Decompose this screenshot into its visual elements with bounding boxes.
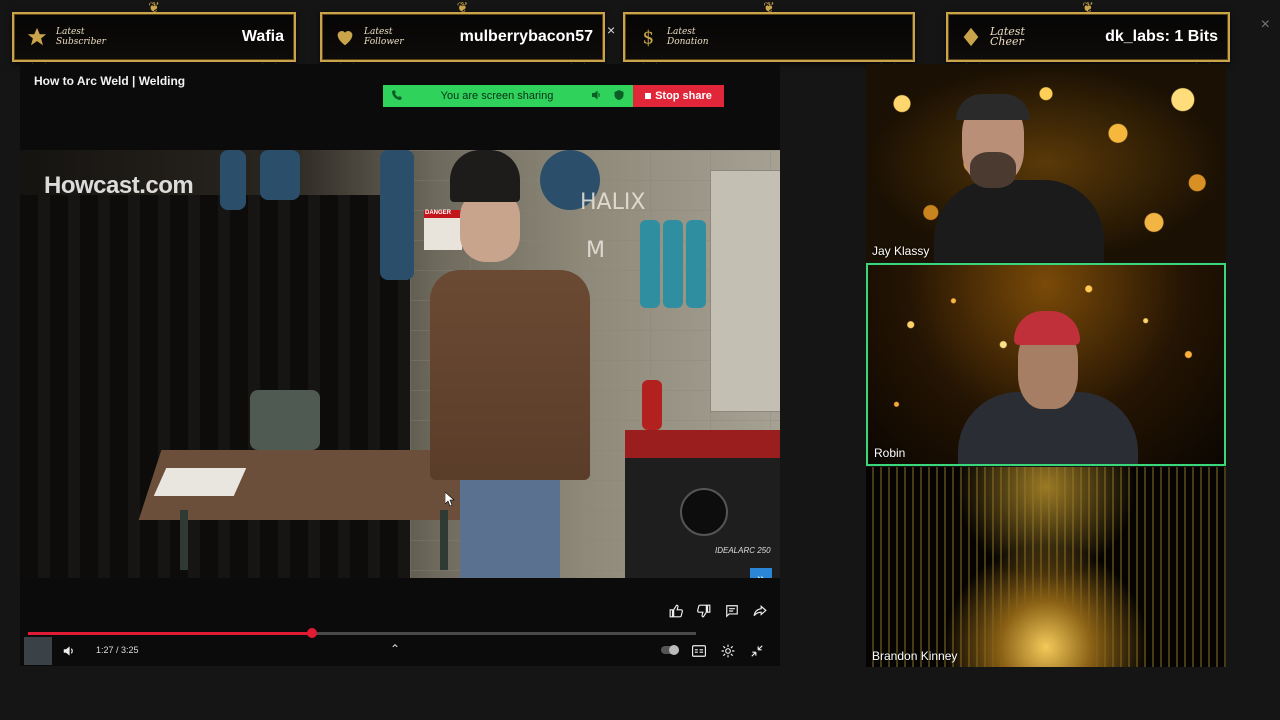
welder-jeans <box>460 470 560 578</box>
latest-cheer-alert: ❦ Latest Cheer dk_labs: 1 Bits <box>946 1 1230 69</box>
bench-vise <box>250 390 320 450</box>
screen-share-bar: You are screen sharing Stop share <box>383 85 724 107</box>
chevron-up-icon[interactable]: ⌃ <box>390 642 400 656</box>
latest-follower-alert: ❦ Latest Follower mulberrybacon57 <box>320 1 605 69</box>
howcast-watermark: Howcast.com <box>44 172 194 199</box>
chalk-writing: M <box>586 238 605 263</box>
video-frame[interactable]: DANGER HALIX M IDEALARC 250 Howcast.com … <box>20 150 780 578</box>
stop-share-button[interactable]: Stop share <box>633 85 724 107</box>
star-icon <box>24 24 50 50</box>
bench-leg <box>180 510 188 570</box>
fire-extinguisher <box>642 380 662 430</box>
red-cap <box>1014 311 1080 345</box>
danger-sign: DANGER <box>424 210 462 250</box>
forward-icon[interactable]: » <box>750 568 772 578</box>
volume-icon[interactable] <box>60 642 78 660</box>
share-icon[interactable] <box>750 601 770 621</box>
welding-helmet <box>450 150 520 202</box>
gas-cylinders <box>640 220 712 312</box>
participant-name: Jay Klassy <box>872 244 930 258</box>
machine-dial <box>680 488 728 536</box>
progress-fill <box>28 632 312 635</box>
video-player: How to Arc Weld | Welding You are screen… <box>20 64 780 666</box>
alert-value: dk_labs: 1 Bits <box>1105 28 1218 45</box>
diamond-icon <box>958 24 984 50</box>
participant-name: Robin <box>874 446 906 460</box>
ornament-icon: ❦ <box>148 0 160 16</box>
shield-icon <box>613 89 625 104</box>
participant-body <box>934 180 1104 262</box>
exit-fullscreen-icon[interactable] <box>748 642 766 660</box>
svg-text:$: $ <box>643 27 655 48</box>
alert-caption: Latest Follower <box>364 27 404 47</box>
screen-share-status: You are screen sharing <box>383 85 633 107</box>
heart-icon <box>332 24 358 50</box>
alert-caption: Latest Cheer <box>990 25 1025 48</box>
bench-leg <box>440 510 448 570</box>
latest-subscriber-alert: ❦ Latest Subscriber Wafia <box>12 1 296 69</box>
progress-bar[interactable] <box>28 628 696 638</box>
ornament-icon: ❦ <box>763 0 775 16</box>
machine-label: IDEALARC 250 <box>715 546 771 555</box>
phone-icon <box>391 89 403 104</box>
mouse-cursor-icon <box>444 491 455 509</box>
mini-thumbnail[interactable] <box>24 637 52 665</box>
paper-sheet <box>153 468 247 496</box>
player-controls: 1:27 / 3:25 ⌃ <box>20 636 780 666</box>
dollar-icon: $ <box>635 24 661 50</box>
chalk-writing: HALIX <box>580 190 646 215</box>
video-actions <box>666 601 770 621</box>
alert-close-icon[interactable]: × <box>607 22 615 38</box>
headphones-icon <box>956 94 1030 120</box>
time-display: 1:27 / 3:25 <box>96 645 139 655</box>
duct <box>260 150 300 200</box>
duct <box>380 150 414 280</box>
window-close-icon[interactable]: × <box>1261 16 1270 34</box>
participant-name: Brandon Kinney <box>872 649 958 663</box>
participant-tile-robin[interactable]: Robin <box>866 263 1226 466</box>
welding-machine: IDEALARC 250 <box>625 430 780 578</box>
captions-icon[interactable] <box>690 642 708 660</box>
stop-share-label: Stop share <box>655 90 712 102</box>
speaker-icon[interactable] <box>591 89 603 104</box>
like-icon[interactable] <box>666 601 686 621</box>
settings-gear-icon[interactable] <box>719 642 737 660</box>
screen-share-label: You are screen sharing <box>440 90 554 102</box>
duct <box>220 150 246 210</box>
danger-sign-text: DANGER <box>425 210 452 216</box>
ornament-icon: ❦ <box>456 0 469 16</box>
participant-tile-jay-klassy[interactable]: Jay Klassy <box>866 64 1226 262</box>
stop-icon <box>645 93 652 99</box>
electrical-panel <box>710 170 780 412</box>
video-title: How to Arc Weld | Welding <box>34 74 186 88</box>
alert-value: mulberrybacon57 <box>459 28 593 45</box>
alert-value: Wafia <box>241 28 284 45</box>
welder-jacket <box>430 270 590 480</box>
dislike-icon[interactable] <box>694 601 714 621</box>
comment-icon[interactable] <box>722 601 742 621</box>
alert-caption: Latest Donation <box>667 27 709 47</box>
welding-curtain <box>20 195 410 578</box>
alert-caption: Latest Subscriber <box>56 27 106 47</box>
participant-beard <box>970 152 1016 188</box>
autoplay-toggle[interactable] <box>661 645 679 655</box>
participant-tile-brandon-kinney[interactable]: Brandon Kinney <box>866 467 1226 667</box>
ornament-icon: ❦ <box>1082 0 1094 16</box>
latest-donation-alert: ❦ $ Latest Donation <box>623 1 915 69</box>
